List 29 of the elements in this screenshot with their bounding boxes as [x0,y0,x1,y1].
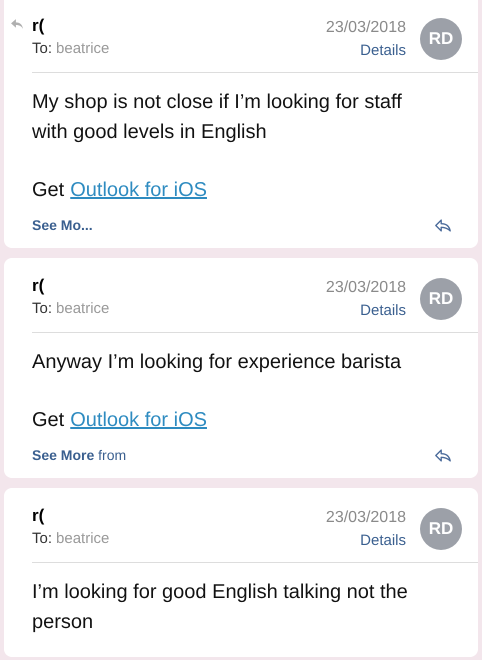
signature-text: Get [32,408,64,433]
recipient: beatrice [56,529,110,549]
date: 23/03/2018 [326,18,406,38]
message-text: My shop is not close if I’m looking for staff with good levels in English [32,90,403,145]
avatar: RD [420,508,462,550]
sender-name: r( [32,275,46,297]
reply-button[interactable] [434,448,452,463]
to-label: To: [32,529,52,549]
see-more-link[interactable]: See Mo... [32,215,93,236]
sender-name: r( [32,15,46,37]
message-text: Anyway I’m looking for experience barista [32,350,402,375]
avatar: RD [420,278,462,320]
avatar: RD [420,18,462,60]
recipient: beatrice [56,39,110,59]
reply-button[interactable] [434,218,452,233]
see-more-link[interactable]: See More from [32,445,126,466]
signature-text: Get [32,178,64,203]
date: 23/03/2018 [326,508,406,528]
date: 23/03/2018 [326,278,406,298]
outlook-link[interactable]: Outlook for iOS [70,405,207,435]
message-text: I’m looking for good English talking not the person [32,580,409,635]
details-link[interactable]: Details [360,40,406,62]
to-label: To: [32,39,52,59]
details-link[interactable]: Details [360,300,406,322]
to-label: To: [32,299,52,319]
details-link[interactable]: Details [360,530,406,552]
sender-name: r( [32,505,46,527]
recipient: beatrice [56,299,110,319]
outlook-link[interactable]: Outlook for iOS [70,175,207,205]
